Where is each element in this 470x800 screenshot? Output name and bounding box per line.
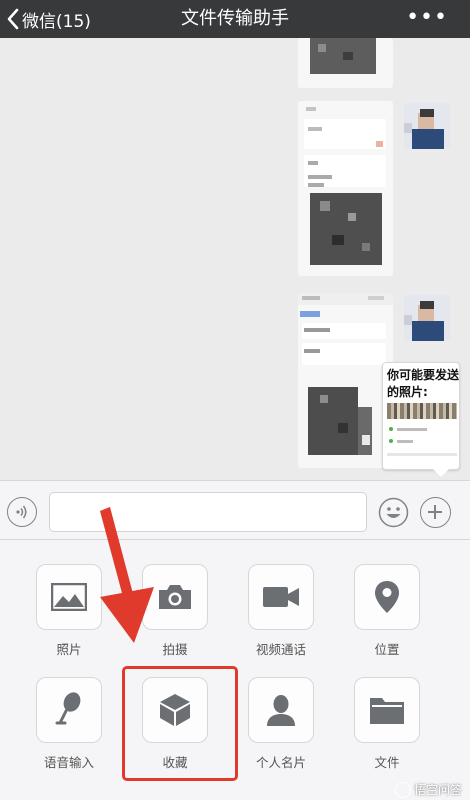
voice-input-tile[interactable]	[36, 677, 102, 743]
tool-location[interactable]: 位置	[343, 564, 433, 664]
tool-label: 语音输入	[43, 755, 94, 770]
suggestion-text: 你可能要发送的照片:	[387, 368, 460, 399]
annotation-arrow-icon	[100, 507, 154, 643]
tool-voice-input[interactable]: 语音输入	[25, 677, 115, 777]
emoji-button[interactable]	[378, 497, 409, 528]
image-message[interactable]	[298, 38, 393, 88]
smiley-icon	[378, 497, 409, 528]
chat-header: 微信(15) 文件传输助手 •••	[0, 0, 470, 38]
tool-label: 个人名片	[255, 755, 306, 770]
contact-card-tile[interactable]	[248, 677, 314, 743]
voice-input-button[interactable]	[7, 497, 37, 527]
folder-icon	[370, 698, 404, 724]
tool-label: 视频通话	[255, 642, 306, 657]
voice-wave-icon	[16, 505, 27, 519]
placeholder-line	[397, 440, 413, 443]
tool-label: 文件	[374, 755, 400, 770]
placeholder-line	[387, 453, 457, 456]
more-functions-button[interactable]	[420, 497, 451, 528]
tool-contact-card[interactable]: 个人名片	[237, 677, 327, 777]
placeholder-line	[397, 428, 427, 431]
status-dot-icon	[389, 427, 393, 431]
image-message[interactable]	[298, 101, 393, 276]
highlight-box	[122, 666, 238, 781]
location-icon	[375, 581, 399, 613]
location-tile[interactable]	[354, 564, 420, 630]
video-call-tile[interactable]	[248, 564, 314, 630]
recent-photo-suggestion[interactable]: 你可能要发送的照片:	[382, 362, 460, 477]
tool-label: 位置	[374, 642, 400, 657]
tool-video-call[interactable]: 视频通话	[237, 564, 327, 664]
tool-file[interactable]: 文件	[343, 677, 433, 777]
suggested-photo-thumbnail[interactable]	[387, 403, 457, 419]
video-call-icon	[263, 587, 299, 607]
avatar[interactable]	[404, 103, 450, 149]
watermark-text: 悟空问答	[413, 783, 462, 797]
file-tile[interactable]	[354, 677, 420, 743]
more-options-button[interactable]: •••	[406, 7, 448, 29]
avatar[interactable]	[404, 295, 450, 341]
watermark: 悟空问答	[394, 781, 462, 798]
image-message[interactable]	[298, 293, 393, 468]
contact-card-icon	[267, 695, 295, 726]
watermark-logo-icon	[394, 781, 411, 798]
page-title: 文件传输助手	[181, 8, 289, 29]
microphone-icon	[55, 692, 81, 725]
status-dot-icon	[389, 439, 393, 443]
